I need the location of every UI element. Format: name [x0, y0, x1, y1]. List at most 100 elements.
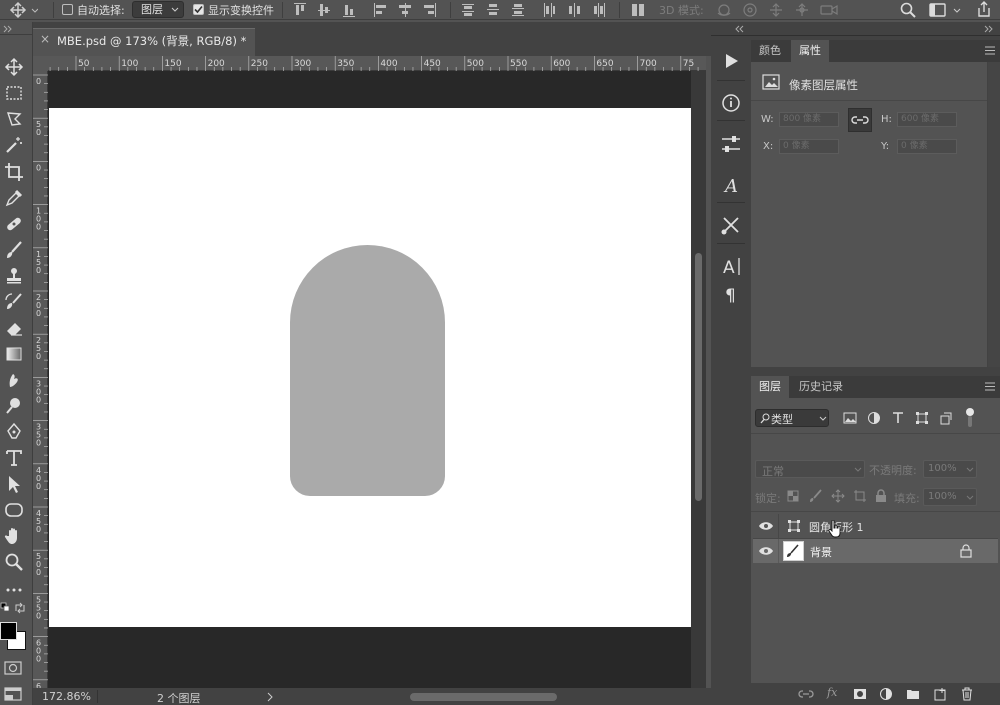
lock-artboard-icon[interactable] — [853, 489, 867, 503]
filter-smart-object-icon[interactable] — [939, 411, 953, 425]
horizontal-scroll-thumb[interactable] — [410, 693, 557, 701]
new-group-icon[interactable] — [906, 687, 920, 700]
blend-mode-dropdown[interactable]: 正常 — [755, 460, 865, 478]
auto-select-dropdown[interactable]: 图层 — [132, 1, 184, 18]
more-tools[interactable] — [4, 580, 24, 600]
tool-presets-panel-button[interactable] — [714, 213, 748, 237]
show-transform-checkbox[interactable] — [193, 4, 204, 15]
distribute-left-icon[interactable] — [543, 3, 555, 17]
healing-brush-tool[interactable] — [4, 214, 24, 234]
pen-tool[interactable] — [4, 422, 24, 442]
ruler-origin[interactable] — [33, 56, 48, 71]
tab-properties[interactable]: 属性 — [791, 40, 829, 62]
chevron-right-icon[interactable] — [266, 692, 274, 702]
brush-tool[interactable] — [4, 240, 24, 260]
align-left-icon[interactable] — [374, 3, 386, 17]
align-vcenter-icon[interactable] — [318, 3, 330, 17]
glyphs-panel-button[interactable]: A — [714, 173, 748, 197]
vertical-scrollbar[interactable] — [691, 71, 706, 688]
distribute-hcenter-icon[interactable] — [568, 3, 580, 17]
smudge-tool[interactable] — [4, 370, 24, 390]
panel-menu-icon[interactable] — [985, 382, 995, 391]
lasso-tool[interactable] — [4, 109, 24, 129]
move-tool[interactable] — [4, 57, 24, 77]
foreground-color-swatch[interactable] — [0, 622, 17, 640]
collapse-chevron-icon[interactable] — [984, 25, 994, 33]
workspace-switcher[interactable] — [929, 1, 965, 19]
auto-align-icon[interactable] — [632, 3, 644, 17]
new-adjustment-layer-icon[interactable] — [879, 687, 893, 701]
lock-all-icon[interactable] — [875, 489, 887, 503]
align-right-icon[interactable] — [424, 3, 436, 17]
distribute-top-icon[interactable] — [462, 3, 474, 17]
align-bottom-icon[interactable] — [343, 3, 355, 17]
collapse-chevron-icon[interactable] — [735, 25, 745, 33]
layer-mask-icon[interactable] — [853, 687, 867, 701]
screen-mode-icon[interactable] — [4, 686, 22, 702]
vertical-scroll-thumb[interactable] — [695, 253, 702, 501]
document-tab[interactable]: × MBE.psd @ 173% (背景, RGB/8) * — [33, 28, 255, 56]
link-layers-icon[interactable] — [798, 688, 814, 700]
lock-transparent-icon[interactable] — [787, 490, 799, 502]
paragraph-panel-button[interactable]: ¶ — [714, 282, 748, 306]
tab-history[interactable]: 历史记录 — [791, 376, 851, 398]
document-canvas[interactable] — [49, 108, 691, 627]
eraser-tool[interactable] — [4, 318, 24, 338]
quick-mask-icon[interactable] — [4, 660, 22, 676]
distribute-right-icon[interactable] — [593, 3, 605, 17]
fill-field[interactable]: 100% — [923, 488, 977, 506]
new-layer-icon[interactable] — [933, 687, 947, 701]
eyedropper-tool[interactable] — [4, 188, 24, 208]
swap-colors-icon[interactable] — [14, 602, 26, 614]
crop-tool[interactable] — [4, 162, 24, 182]
fx-icon[interactable]: fx — [827, 686, 837, 699]
layer-row-background[interactable]: 背景 — [753, 539, 998, 563]
height-field[interactable]: 600 像素 — [897, 112, 957, 127]
trash-icon[interactable] — [960, 686, 974, 701]
collapse-chevron-icon[interactable] — [3, 25, 13, 33]
rounded-rectangle-shape[interactable] — [290, 245, 445, 496]
align-top-icon[interactable] — [294, 3, 306, 17]
adjustments-panel-button[interactable] — [714, 132, 748, 156]
lock-position-icon[interactable] — [831, 489, 845, 503]
width-field[interactable]: 800 像素 — [779, 112, 839, 127]
gradient-tool[interactable] — [4, 344, 24, 364]
ellipse-tool[interactable] — [4, 500, 24, 520]
close-tab-icon[interactable]: × — [40, 32, 50, 46]
zoom-tool[interactable] — [4, 552, 24, 572]
distribute-vcenter-icon[interactable] — [487, 3, 499, 17]
vertical-ruler[interactable]: 0500100150200250300350400450500550600650 — [33, 71, 48, 688]
info-panel-button[interactable] — [714, 91, 748, 115]
search-icon[interactable] — [899, 1, 917, 19]
move-tool-preset[interactable] — [8, 1, 38, 19]
zoom-level[interactable]: 172.86% — [42, 690, 91, 703]
layer-name[interactable]: 背景 — [810, 544, 832, 560]
distribute-bottom-icon[interactable] — [512, 3, 524, 17]
eye-icon[interactable] — [758, 546, 774, 556]
marquee-tool[interactable] — [4, 83, 24, 103]
panel-menu-icon[interactable] — [985, 46, 995, 55]
tab-layers[interactable]: 图层 — [751, 376, 789, 398]
history-brush-tool[interactable] — [4, 292, 24, 312]
align-hcenter-icon[interactable] — [399, 3, 411, 17]
tab-color[interactable]: 颜色 — [751, 40, 789, 62]
filter-pixel-icon[interactable] — [843, 411, 857, 425]
filter-adjustment-icon[interactable] — [867, 411, 881, 425]
dodge-tool[interactable] — [4, 396, 24, 416]
filter-toggle[interactable] — [966, 408, 974, 428]
character-panel-button[interactable]: A — [714, 254, 748, 278]
stamp-tool[interactable] — [4, 266, 24, 286]
actions-panel-button[interactable] — [714, 49, 748, 73]
lock-pixels-icon[interactable] — [809, 489, 823, 503]
opacity-field[interactable]: 100% — [923, 460, 977, 478]
hand-tool[interactable] — [4, 526, 24, 546]
layer-row-rounded-rect[interactable]: 圆角矩形 1 — [753, 514, 998, 538]
magic-wand-tool[interactable] — [4, 135, 24, 155]
path-select-tool[interactable] — [4, 474, 24, 494]
horizontal-ruler[interactable]: 50 100 150 200 250 300 350 400 450 500 550 600 650 70… — [48, 56, 706, 71]
link-dimensions-button[interactable] — [848, 108, 872, 132]
filter-type-icon[interactable] — [891, 411, 905, 425]
canvas-area[interactable] — [48, 71, 691, 688]
eye-icon[interactable] — [758, 521, 774, 531]
y-field[interactable]: 0 像素 — [897, 139, 957, 154]
